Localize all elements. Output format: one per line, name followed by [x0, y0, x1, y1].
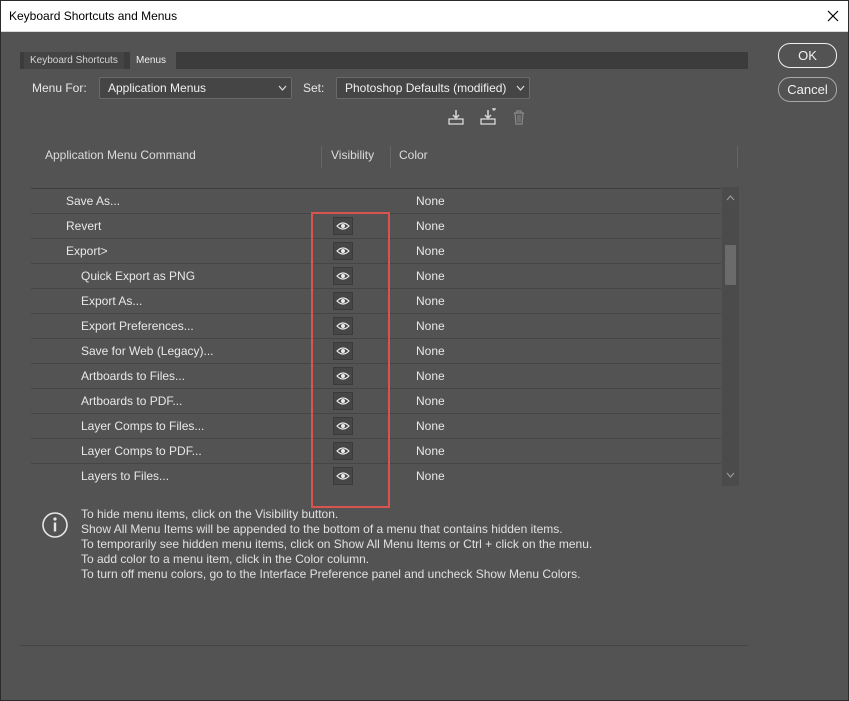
save-set-button[interactable]	[446, 107, 466, 127]
column-divider	[737, 146, 738, 168]
menu-color-value[interactable]: None	[416, 294, 445, 308]
menu-color-value[interactable]: None	[416, 394, 445, 408]
menu-command-label: Layers to Files...	[81, 469, 170, 483]
table-row[interactable]: Save As... None	[31, 189, 721, 214]
menu-command-label: Layer Comps to Files...	[81, 419, 205, 433]
info-line: To add color to a menu item, click in th…	[81, 552, 370, 566]
menu-color-value[interactable]: None	[416, 444, 445, 458]
chevron-up-icon	[726, 195, 735, 201]
scroll-up-arrow[interactable]	[722, 191, 739, 205]
info-line: To turn off menu colors, go to the Inter…	[81, 567, 581, 581]
set-value: Photoshop Defaults (modified)	[345, 81, 507, 95]
title-bar: Keyboard Shortcuts and Menus	[1, 1, 848, 32]
menu-color-value[interactable]: None	[416, 244, 445, 258]
save-set-as-icon	[480, 108, 496, 125]
trash-icon	[514, 110, 524, 125]
info-icon	[42, 512, 68, 538]
menu-command-label: Save As...	[66, 194, 121, 208]
column-header-color: Color	[399, 148, 428, 162]
scrollbar-thumb[interactable]	[725, 245, 736, 285]
menu-for-value: Application Menus	[108, 81, 207, 95]
tab-keyboard-shortcuts[interactable]: Keyboard Shortcuts	[24, 52, 124, 69]
tab-menus[interactable]: Menus	[130, 52, 176, 69]
info-line: To temporarily see hidden menu items, cl…	[81, 537, 593, 551]
menu-command-label: Artboards to PDF...	[81, 394, 183, 408]
menu-command-label: Export As...	[81, 294, 143, 308]
menu-command-label: Artboards to Files...	[81, 369, 186, 383]
menu-command-label: Export>	[66, 244, 108, 258]
column-header-visibility: Visibility	[331, 148, 375, 162]
visibility-column-highlight	[311, 212, 390, 508]
chevron-down-icon	[278, 78, 287, 104]
menu-command-label: Export Preferences...	[81, 319, 194, 333]
menu-color-value[interactable]: None	[416, 269, 445, 283]
dialog-window: Keyboard Shortcuts and Menus Keyboard Sh…	[0, 0, 849, 701]
menu-command-label: Layer Comps to PDF...	[81, 444, 202, 458]
table-scrollbar[interactable]	[722, 187, 739, 486]
save-set-as-button[interactable]	[478, 107, 498, 127]
scroll-down-arrow[interactable]	[722, 468, 739, 482]
menu-for-select[interactable]: Application Menus	[99, 77, 292, 99]
menu-color-value[interactable]: None	[416, 219, 445, 233]
info-text: To hide menu items, click on the Visibil…	[81, 507, 681, 582]
delete-set-button[interactable]	[509, 107, 529, 127]
window-title: Keyboard Shortcuts and Menus	[9, 9, 178, 23]
column-divider	[321, 146, 322, 168]
menu-color-value[interactable]: None	[416, 344, 445, 358]
ok-button[interactable]: OK	[778, 43, 837, 68]
set-select[interactable]: Photoshop Defaults (modified)	[336, 77, 530, 99]
info-line: Show All Menu Items will be appended to …	[81, 522, 563, 536]
chevron-down-icon	[516, 78, 525, 104]
table-header: Application Menu Command Visibility Colo…	[31, 134, 739, 178]
close-button[interactable]	[818, 1, 848, 31]
menu-color-value[interactable]: None	[416, 369, 445, 383]
chevron-down-icon	[726, 472, 735, 478]
menu-color-value[interactable]: None	[416, 319, 445, 333]
column-divider	[390, 146, 391, 168]
set-label: Set:	[303, 81, 325, 95]
cancel-button[interactable]: Cancel	[778, 77, 837, 102]
menu-color-value[interactable]: None	[416, 469, 445, 483]
info-line: To hide menu items, click on the Visibil…	[81, 507, 339, 521]
close-icon	[827, 10, 839, 22]
menu-color-value[interactable]: None	[416, 419, 445, 433]
menu-command-label: Revert	[66, 219, 102, 233]
tab-strip: Keyboard Shortcuts Menus	[20, 52, 748, 69]
menu-color-value[interactable]: None	[416, 194, 445, 208]
column-header-command: Application Menu Command	[45, 148, 196, 162]
menu-for-label: Menu For:	[32, 81, 87, 95]
menu-command-label: Save for Web (Legacy)...	[81, 344, 214, 358]
menu-command-label: Quick Export as PNG	[81, 269, 196, 283]
save-set-icon	[448, 110, 464, 125]
